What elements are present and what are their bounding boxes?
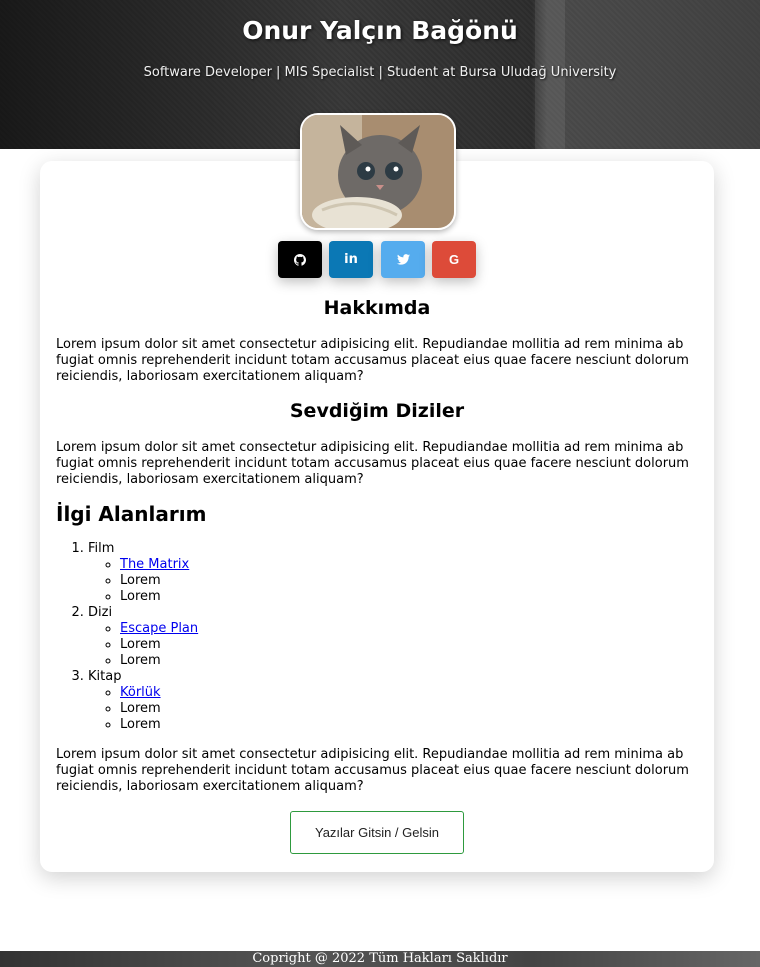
list-item: Lorem	[120, 589, 696, 605]
interests-heading: İlgi Alanlarım	[56, 502, 207, 526]
google-button[interactable]: G	[432, 241, 476, 278]
about-text: Lorem ipsum dolor sit amet consectetur a…	[56, 337, 689, 384]
profile-photo	[300, 113, 456, 230]
page-subtitle: Software Developer | MIS Specialist | St…	[143, 65, 617, 80]
github-button[interactable]	[278, 241, 322, 278]
series-text: Lorem ipsum dolor sit amet consectetur a…	[56, 440, 689, 487]
link-korluk[interactable]: Körlük	[120, 685, 161, 700]
linkedin-icon: in	[344, 252, 358, 267]
list-item: Lorem	[120, 701, 696, 717]
list-item: Körlük	[120, 685, 696, 701]
linkedin-button[interactable]: in	[329, 241, 373, 278]
posts-toggle-button[interactable]: Yazılar Gitsin / Gelsin	[290, 811, 464, 854]
github-icon	[294, 253, 306, 266]
interests-list: Film The Matrix Lorem Lorem Dizi Escape …	[56, 541, 696, 733]
link-the-matrix[interactable]: The Matrix	[120, 557, 189, 572]
twitter-icon	[396, 254, 410, 265]
series-heading: Sevdiğim Diziler	[289, 400, 465, 422]
list-item: Dizi Escape Plan Lorem Lorem	[88, 605, 696, 669]
list-item: Film The Matrix Lorem Lorem	[88, 541, 696, 605]
list-item: Lorem	[120, 637, 696, 653]
list-item: Lorem	[120, 717, 696, 733]
twitter-button[interactable]	[381, 241, 425, 278]
link-escape-plan[interactable]: Escape Plan	[120, 621, 198, 636]
closing-text: Lorem ipsum dolor sit amet consectetur a…	[56, 747, 689, 794]
list-item: Escape Plan	[120, 621, 696, 637]
google-icon: G	[448, 252, 460, 267]
list-item: Kitap Körlük Lorem Lorem	[88, 669, 696, 733]
page-title: Onur Yalçın Bağönü	[242, 16, 518, 45]
about-heading: Hakkımda	[323, 297, 431, 319]
list-item: Lorem	[120, 653, 696, 669]
footer-copyright: Copright @ 2022 Tüm Hakları Saklıdır	[0, 951, 760, 967]
list-item: The Matrix	[120, 557, 696, 573]
list-item: Lorem	[120, 573, 696, 589]
kitten-image	[302, 115, 454, 228]
